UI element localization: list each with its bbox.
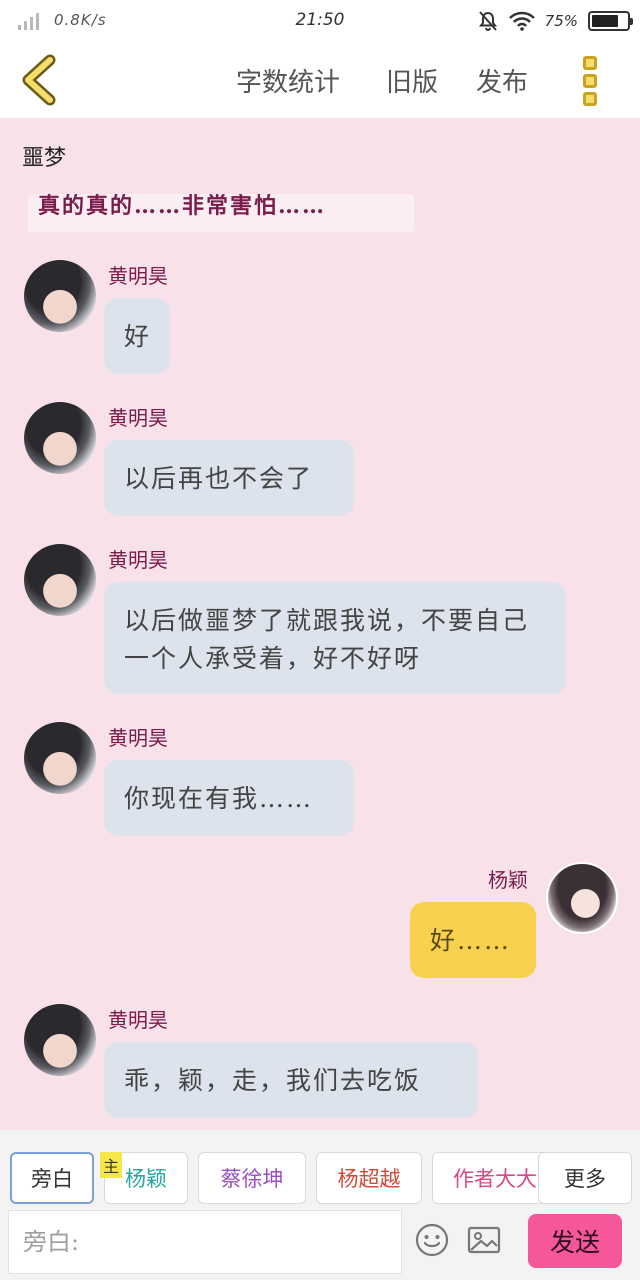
role-label: 杨超越 [337,1167,401,1191]
message-text: 好 [124,322,152,351]
more-roles-label: 更多 [564,1167,606,1191]
sender-name: 黄明昊 [108,1008,168,1032]
message-text: 以后再也不会了 [124,464,314,493]
avatar[interactable] [24,1004,96,1076]
message-bubble-own[interactable]: 好…… [410,902,536,978]
send-button[interactable]: 发送 [528,1214,622,1268]
sender-name: 黄明昊 [108,548,168,572]
message-text: 你现在有我…… [124,784,314,813]
role-button-yangchaoyue[interactable]: 杨超越 [316,1152,422,1204]
chapter-title: 噩梦 [22,146,67,171]
status-bar: 0.8K/s 21:50 75% [0,0,640,44]
message-bubble[interactable]: 以后做噩梦了就跟我说，不要自己一个人承受着，好不好呀 [104,582,566,694]
message-bubble[interactable]: 好 [104,298,170,374]
message-bubble[interactable]: 以后再也不会了 [104,440,354,516]
publish-button[interactable]: 发布 [476,62,528,99]
more-menu-button[interactable] [578,52,602,110]
message-bubble[interactable]: 你现在有我…… [104,760,354,836]
more-icon [583,56,597,70]
emoji-icon[interactable] [414,1222,450,1258]
sender-name: 黄明昊 [108,726,168,750]
wifi-icon [508,11,535,31]
battery-icon [588,11,633,31]
more-roles-button[interactable]: 更多 [538,1152,632,1204]
back-icon [22,54,56,106]
main-character-badge: 主 [100,1152,122,1178]
image-icon[interactable] [466,1222,502,1258]
message-bubble[interactable]: 乖，颖，走，我们去吃饭 [104,1042,478,1118]
role-label: 杨颖 [125,1167,167,1191]
message-text: 好…… [430,926,512,955]
message-text: 以后做噩梦了就跟我说，不要自己一个人承受着，好不好呀 [124,606,530,673]
avatar[interactable] [24,260,96,332]
role-label: 蔡徐坤 [220,1167,284,1191]
message-text: 乖，颖，走，我们去吃饭 [124,1066,422,1095]
composer-panel: 旁白 杨颖 主 蔡徐坤 杨超越 作者大大 更多 发送 [0,1130,640,1280]
role-button-narrator[interactable]: 旁白 [10,1152,94,1204]
sender-name: 黄明昊 [108,264,168,288]
role-label: 作者大大 [453,1167,537,1191]
role-label: 旁白 [31,1167,73,1191]
avatar[interactable] [24,722,96,794]
sender-name: 杨颖 [488,868,528,892]
role-button-caixukun[interactable]: 蔡徐坤 [198,1152,306,1204]
message-input[interactable] [8,1210,402,1274]
battery-level [592,15,618,27]
mute-icon [478,11,497,31]
chat-area[interactable]: 噩梦 真的真的……非常害怕…… 黄明昊 好 黄明昊 以后再也不会了 黄明昊 以后… [0,118,640,1130]
avatar[interactable] [24,544,96,616]
word-count-button[interactable]: 字数统计 [236,62,340,99]
old-version-button[interactable]: 旧版 [386,62,438,99]
role-button-author[interactable]: 作者大大 [432,1152,552,1204]
back-button[interactable] [16,54,66,108]
avatar[interactable] [24,402,96,474]
send-label: 发送 [549,1228,600,1257]
top-nav: 字数统计 旧版 发布 [0,44,640,118]
avatar[interactable] [546,862,618,934]
message-bubble-partial: 真的真的……非常害怕…… [28,194,414,232]
message-text: 真的真的……非常害怕…… [38,194,327,219]
battery-percent: 75% [544,12,578,30]
sender-name: 黄明昊 [108,406,168,430]
